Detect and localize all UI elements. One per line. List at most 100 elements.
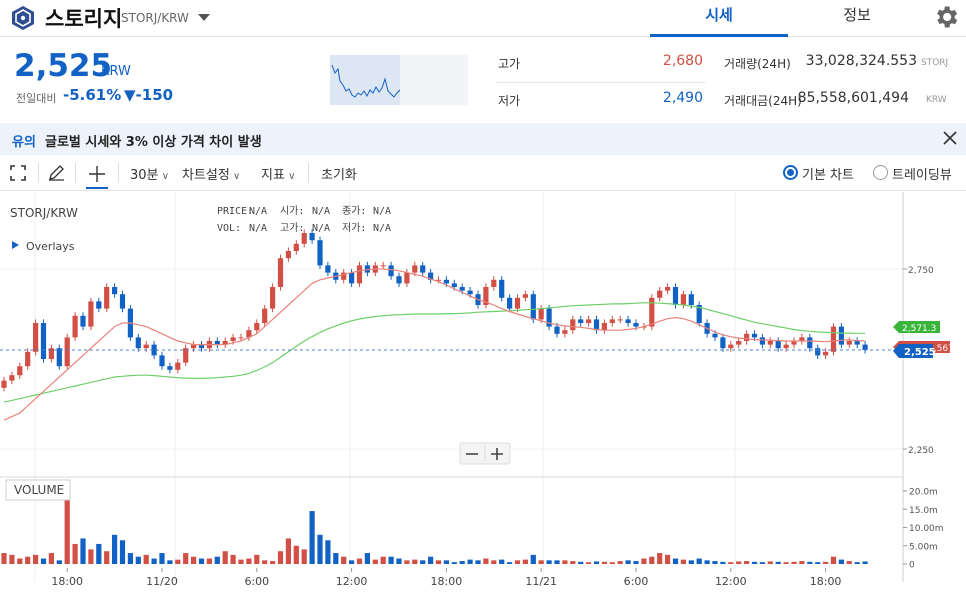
volume-bar: [799, 561, 805, 564]
volume-bar: [301, 549, 307, 564]
stat-divider: [496, 82, 706, 83]
candle: [815, 348, 821, 356]
candle: [96, 301, 102, 309]
candle: [578, 319, 584, 323]
volume-tick-label: 20.0m: [909, 488, 938, 498]
ohlc-info: PRICE: N/A 시가: N/A 종가: N/A VOL: N/A 고가: …: [217, 205, 391, 234]
info-value: N/A: [249, 206, 267, 217]
candles: [1, 229, 868, 392]
candle: [80, 315, 86, 327]
candle: [309, 233, 315, 241]
volume-bar: [854, 562, 860, 564]
volume-bar: [388, 556, 394, 564]
volume-bar: [135, 556, 141, 564]
volume-bar: [657, 553, 663, 564]
candle: [491, 279, 497, 287]
volume-bar: [751, 561, 758, 564]
volume-bar: [72, 543, 78, 564]
x-tick-label: 6:00: [244, 575, 269, 588]
reset-button[interactable]: 초기화: [321, 164, 357, 183]
candle: [499, 279, 505, 298]
volume-bar: [767, 561, 773, 564]
volume-bar: [112, 534, 118, 564]
candle: [712, 333, 718, 338]
candle: [293, 243, 299, 251]
volume-bar: [198, 558, 205, 564]
candle: [112, 287, 118, 295]
interval-select[interactable]: 30분 ∨: [130, 164, 169, 183]
y-tick-label: 2,250: [908, 446, 934, 456]
volume-tick-label: 5.00m: [909, 542, 938, 552]
indicator-select[interactable]: 지표 ∨: [261, 164, 295, 183]
candle: [17, 366, 23, 376]
change-rate: -5.61%: [63, 86, 122, 104]
fullscreen-icon[interactable]: [10, 165, 26, 181]
candle: [325, 265, 331, 273]
candle: [72, 315, 78, 338]
info-label: 시가:: [280, 205, 304, 217]
candle: [230, 337, 236, 341]
volume-bar: [617, 561, 623, 564]
chart-settings-select[interactable]: 차트설정 ∨: [182, 164, 240, 183]
toolbar-divider: [118, 163, 119, 183]
candlestick-chart[interactable]: STORJ/KRW Overlays PRICE: N/A 시가: N/A 종가…: [0, 192, 966, 596]
candle: [744, 333, 750, 341]
volume-bar: [167, 560, 173, 564]
crosshair-icon[interactable]: [86, 163, 108, 189]
chevron-down-icon: ∨: [284, 171, 296, 182]
info-value: N/A: [373, 206, 391, 217]
candle: [119, 294, 126, 309]
last-price-tag: 2,525: [893, 344, 936, 358]
candle: [601, 323, 607, 331]
x-tick-label: 6:00: [624, 575, 649, 588]
candle: [854, 341, 860, 345]
candle: [586, 319, 592, 323]
candle: [720, 337, 726, 349]
candle: [728, 344, 734, 349]
volume-bar: [341, 556, 347, 564]
candle: [238, 337, 244, 339]
candle: [167, 366, 173, 370]
coin-name: 스토리지: [45, 7, 123, 31]
volume-bar: [720, 561, 726, 564]
tradingview-label[interactable]: 트레이딩뷰: [892, 164, 952, 183]
info-value: N/A: [249, 223, 267, 234]
volume-bar: [372, 559, 378, 564]
volume-bar: [862, 561, 868, 564]
volume-bar: [333, 553, 339, 564]
chevron-down-icon[interactable]: [198, 14, 210, 21]
candle: [807, 337, 813, 349]
candle: [56, 348, 62, 367]
high-label: 고가: [498, 57, 521, 71]
current-price: 2,525: [14, 48, 113, 84]
volume-bar: [309, 511, 315, 564]
candle: [672, 287, 679, 305]
candle: [562, 330, 568, 334]
time-axis: 18:00 11/20 6:00 12:00 18:00 11/21 6:00 12:00 18…: [51, 568, 841, 588]
tradingview-radio[interactable]: [873, 165, 888, 180]
volume-bar: [633, 561, 639, 564]
chart-settings-label: 차트설정: [182, 168, 230, 183]
volume-bar: [641, 558, 647, 564]
volume-bar: [325, 540, 331, 564]
volume-bar: [451, 562, 457, 564]
basic-chart-label[interactable]: 기본 차트: [802, 164, 854, 183]
info-label: VOL:: [217, 223, 241, 234]
tab-info[interactable]: 정보: [788, 0, 926, 37]
volume-bar: [601, 561, 607, 564]
info-label: PRICE:: [217, 206, 253, 217]
volume-bar: [712, 561, 718, 564]
basic-chart-radio[interactable]: [783, 165, 798, 180]
candle: [380, 265, 386, 267]
gear-icon[interactable]: [932, 3, 960, 31]
volume-bar: [830, 556, 837, 564]
volume-bar: [104, 551, 110, 564]
overlays-toggle[interactable]: Overlays: [12, 240, 75, 253]
zoom-controls: [459, 442, 511, 465]
volume-bar: [815, 562, 821, 564]
pencil-icon[interactable]: [48, 165, 66, 181]
volume-bar: [846, 561, 852, 564]
close-icon[interactable]: [942, 130, 958, 146]
tab-quote[interactable]: 시세: [650, 0, 788, 37]
volume-bar: [578, 561, 584, 564]
